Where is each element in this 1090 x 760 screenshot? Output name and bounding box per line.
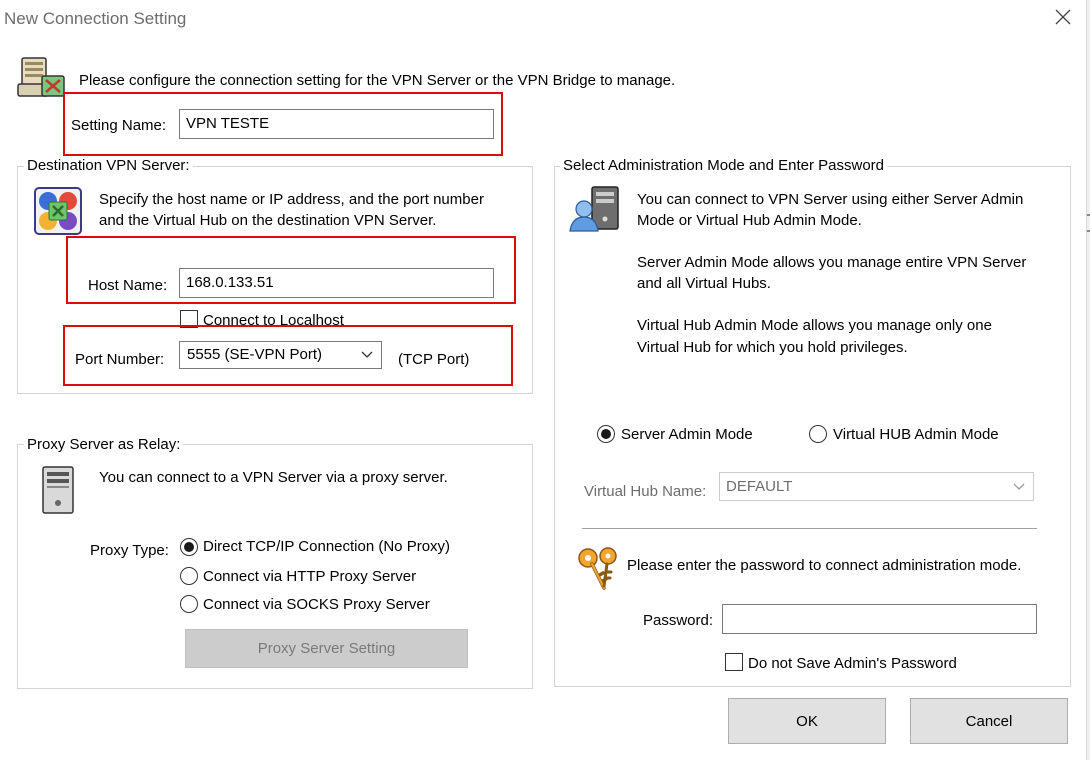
admin-para3-line2: Virtual Hub for which you hold privilege… (637, 339, 908, 356)
admin-para1-line2: Mode or Virtual Hub Admin Mode. (637, 212, 862, 229)
server-admin-mode-radio[interactable] (597, 425, 615, 443)
proxy-description: You can connect to a VPN Server via a pr… (99, 469, 448, 486)
cancel-button[interactable]: Cancel (910, 698, 1068, 744)
chevron-down-icon (1013, 483, 1025, 490)
admin-group-label: Select Administration Mode and Enter Pas… (560, 157, 887, 174)
hub-name-label: Virtual Hub Name: (584, 483, 707, 500)
destination-group-label: Destination VPN Server: (24, 157, 193, 174)
proxy-socks-radio[interactable] (180, 595, 198, 613)
port-number-select[interactable]: 5555 (SE-VPN Port) (179, 341, 382, 369)
host-name-label: Host Name: (88, 277, 168, 294)
proxy-http-radio[interactable] (180, 567, 198, 585)
window-title: New Connection Setting (4, 9, 187, 28)
admin-para3-line1: Virtual Hub Admin Mode allows you manage… (637, 317, 992, 334)
do-not-save-password-checkbox[interactable] (725, 653, 743, 671)
host-name-input[interactable]: 168.0.133.51 (179, 268, 494, 298)
port-suffix: (TCP Port) (398, 351, 470, 368)
vpn-server-network-icon (34, 187, 82, 235)
hub-admin-mode-label: Virtual HUB Admin Mode (833, 426, 999, 443)
header-intro: Please configure the connection setting … (79, 72, 676, 89)
admin-para1-line1: You can connect to VPN Server using eith… (637, 191, 1024, 208)
proxy-http-label: Connect via HTTP Proxy Server (203, 568, 417, 585)
do-not-save-password-label: Do not Save Admin's Password (748, 655, 957, 672)
proxy-setting-button[interactable]: Proxy Server Setting (185, 629, 468, 668)
password-label: Password: (643, 612, 714, 629)
close-button[interactable] (1052, 6, 1074, 28)
proxy-socks-label: Connect via SOCKS Proxy Server (203, 596, 430, 613)
server-bridge-icon (16, 52, 66, 100)
hub-name-select[interactable]: DEFAULT (719, 472, 1034, 501)
proxy-direct-radio[interactable] (180, 538, 198, 556)
proxy-direct-label: Direct TCP/IP Connection (No Proxy) (203, 538, 451, 555)
admin-separator (582, 528, 1037, 529)
setting-name-input[interactable]: VPN TESTE (179, 109, 494, 139)
proxy-type-label: Proxy Type: (90, 542, 169, 559)
hub-name-value: DEFAULT (726, 478, 793, 495)
port-number-label: Port Number: (75, 351, 165, 368)
password-prompt: Please enter the password to connect adm… (627, 557, 1022, 574)
password-input[interactable] (722, 604, 1037, 634)
admin-para2-line2: and all Virtual Hubs. (637, 275, 771, 292)
destination-description-line1: Specify the host name or IP address, and… (99, 191, 484, 208)
window-edge-scrollbar (1086, 0, 1090, 760)
setting-name-label: Setting Name: (71, 117, 167, 134)
admin-para2-line1: Server Admin Mode allows you manage enti… (637, 254, 1027, 271)
proxy-tower-icon (38, 465, 78, 515)
ok-button[interactable]: OK (728, 698, 886, 744)
destination-description-line2: and the Virtual Hub on the destination V… (99, 212, 437, 229)
server-admin-mode-label: Server Admin Mode (621, 426, 753, 443)
proxy-group-label: Proxy Server as Relay: (24, 436, 184, 453)
port-number-value: 5555 (SE-VPN Port) (187, 346, 323, 363)
chevron-down-icon (361, 351, 373, 358)
keys-icon (574, 544, 624, 596)
admin-user-server-icon (568, 185, 624, 235)
close-icon (1055, 9, 1071, 25)
hub-admin-mode-radio[interactable] (809, 425, 827, 443)
